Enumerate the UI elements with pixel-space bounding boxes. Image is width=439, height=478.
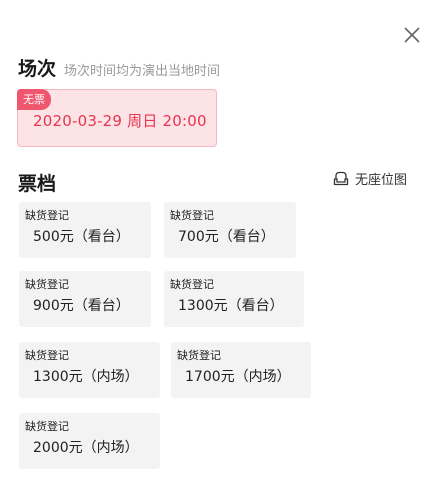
tier-option-2000-floor[interactable]: 缺货登记 2000元（内场） (19, 413, 160, 469)
tier-status: 缺货登记 (170, 278, 214, 291)
session-header: 场次 场次时间均为演出当地时间 (18, 54, 220, 81)
session-note: 场次时间均为演出当地时间 (64, 64, 221, 79)
tier-status: 缺货登记 (177, 349, 221, 362)
session-option[interactable]: 无票 2020-03-29 周日 20:00 (17, 89, 217, 147)
tier-status: 缺货登记 (25, 349, 69, 362)
seatmap-label: 无座位图 (355, 173, 408, 188)
tier-price: 1700元（内场） (185, 369, 291, 385)
tier-price: 700元（看台） (178, 229, 275, 245)
tier-price: 1300元（看台） (178, 298, 284, 314)
tier-option-500[interactable]: 缺货登记 500元（看台） (19, 202, 151, 258)
tier-title: 票档 (18, 173, 57, 195)
tier-price: 1300元（内场） (33, 369, 139, 385)
seatmap-link[interactable]: 无座位图 (333, 169, 407, 188)
tier-option-1700-floor[interactable]: 缺货登记 1700元（内场） (171, 342, 311, 398)
sold-out-badge: 无票 (17, 89, 51, 110)
close-icon[interactable] (401, 24, 423, 46)
tier-status: 缺货登记 (25, 420, 69, 433)
tier-option-900[interactable]: 缺货登记 900元（看台） (19, 271, 151, 327)
tier-option-1300-stand[interactable]: 缺货登记 1300元（看台） (164, 271, 304, 327)
tier-option-1300-floor[interactable]: 缺货登记 1300元（内场） (19, 342, 160, 398)
tier-status: 缺货登记 (25, 278, 69, 291)
session-title: 场次 (18, 58, 57, 80)
tier-header: 票档 (18, 169, 56, 196)
tier-option-700[interactable]: 缺货登记 700元（看台） (164, 202, 296, 258)
tier-price: 2000元（内场） (33, 440, 139, 456)
tier-status: 缺货登记 (25, 209, 69, 222)
seat-icon (333, 171, 349, 185)
tier-status: 缺货登记 (170, 209, 214, 222)
session-date: 2020-03-29 周日 20:00 (33, 112, 207, 130)
tier-price: 500元（看台） (33, 229, 130, 245)
tier-price: 900元（看台） (33, 298, 130, 314)
